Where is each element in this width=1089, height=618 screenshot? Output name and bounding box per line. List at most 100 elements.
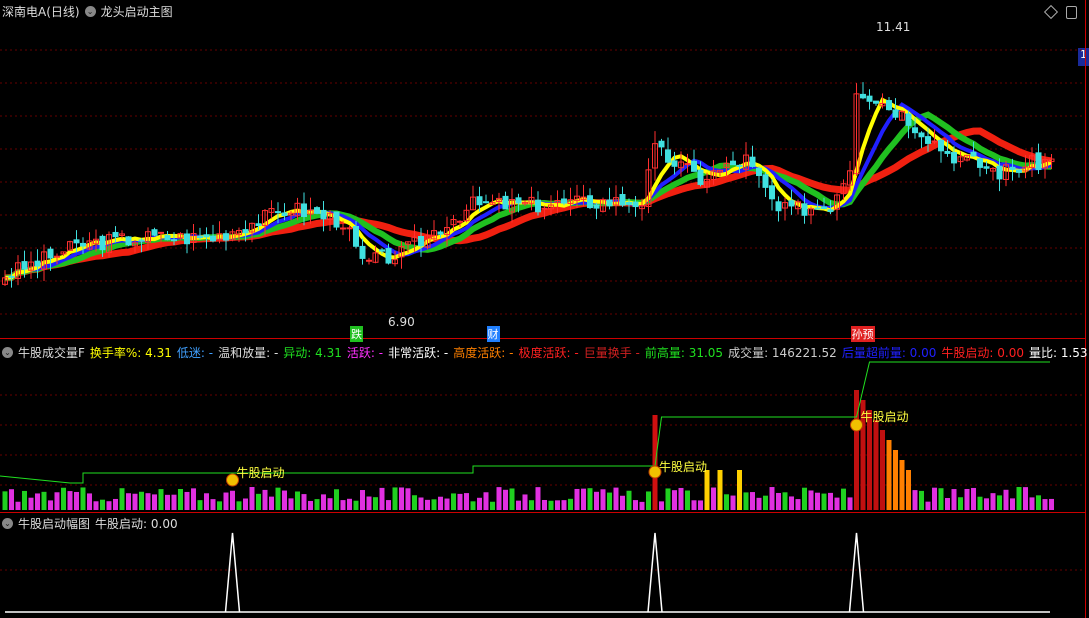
volume-bar <box>204 493 209 510</box>
volume-bar <box>444 498 450 510</box>
candle <box>905 113 912 126</box>
candle <box>210 235 216 242</box>
candle <box>255 223 262 226</box>
volume-bar <box>412 495 417 510</box>
signal-label: 牛股启动 <box>236 466 285 480</box>
volume-bar <box>139 491 144 510</box>
candle <box>158 231 164 234</box>
event-marker[interactable]: 跌 <box>350 326 363 342</box>
volume-bar <box>457 493 463 510</box>
volume-bar <box>522 494 528 510</box>
candle <box>658 140 665 148</box>
candle <box>736 164 743 167</box>
volume-bar <box>54 492 60 510</box>
candle <box>197 236 203 239</box>
chevron-down-icon[interactable]: ⌄ <box>2 347 13 358</box>
volume-bar <box>35 493 40 510</box>
volume-bar <box>906 470 911 510</box>
candle <box>346 227 353 230</box>
volume-bar <box>951 489 957 510</box>
volume-bar <box>178 488 183 510</box>
candle <box>866 95 873 102</box>
candle <box>918 132 925 138</box>
volume-bar <box>841 488 846 510</box>
candle <box>80 242 86 247</box>
volume-bar <box>184 491 190 510</box>
volume-bar <box>1003 489 1009 510</box>
volume-bar <box>93 501 99 510</box>
volume-bar <box>126 493 131 510</box>
volume-bar <box>165 494 170 510</box>
candle <box>970 151 977 157</box>
ma-line-blue <box>4 102 1053 280</box>
volume-field: 活跃: - <box>346 346 384 360</box>
candle <box>47 248 54 259</box>
signal-spike <box>224 532 241 613</box>
volume-bar <box>997 495 1002 510</box>
candle <box>483 201 489 204</box>
volume-bar <box>340 500 346 510</box>
volume-bar <box>659 501 664 510</box>
volume-bar <box>626 490 632 510</box>
volume-bar <box>106 501 112 510</box>
candle <box>873 100 879 104</box>
candle <box>730 160 736 166</box>
volume-bar <box>691 500 697 510</box>
candle <box>171 239 177 242</box>
volume-bar <box>67 491 73 510</box>
volume-bar <box>477 497 482 510</box>
volume-bar <box>828 492 833 510</box>
volume-bar <box>470 501 476 510</box>
volume-bar <box>555 500 560 510</box>
event-marker[interactable]: 财 <box>486 326 500 342</box>
volume-bar <box>984 498 989 510</box>
candle <box>814 207 821 210</box>
candle <box>340 227 346 230</box>
divider <box>0 512 1085 513</box>
volume-bar <box>945 498 950 510</box>
candle <box>112 231 119 238</box>
volume-bar <box>347 498 352 510</box>
candle <box>515 197 522 204</box>
candle <box>301 203 307 218</box>
signal-label: 牛股启动 <box>659 460 708 474</box>
volume-bar <box>308 500 313 510</box>
volume-bar <box>613 487 619 510</box>
candle <box>925 136 931 144</box>
candle <box>379 249 385 252</box>
volume-bar <box>314 499 320 510</box>
volume-field: 高度活跃: - <box>453 346 514 360</box>
volume-bar <box>1029 497 1035 510</box>
volume-bar <box>503 489 508 510</box>
candle <box>912 127 918 134</box>
volume-bar <box>698 500 703 510</box>
candle <box>769 185 775 200</box>
volume-bar <box>74 491 79 510</box>
candle <box>977 158 983 168</box>
volume-bar <box>100 499 105 510</box>
volume-bar <box>938 488 944 510</box>
volume-bar <box>834 497 840 510</box>
volume-bar <box>568 498 573 510</box>
candle <box>138 239 145 242</box>
volume-bar <box>392 487 398 510</box>
candle <box>54 255 60 258</box>
volume-bar <box>958 497 963 510</box>
candle <box>1035 152 1042 170</box>
candle <box>223 233 229 241</box>
bottom-header: ⌄ 牛股启动幅图 牛股启动: 0.00 <box>2 515 178 532</box>
candle <box>457 220 463 223</box>
volume-bar <box>574 488 580 510</box>
volume-bar <box>438 496 443 510</box>
candle <box>320 209 327 220</box>
volume-bar <box>41 491 47 510</box>
volume-bar <box>243 498 248 510</box>
candle <box>73 239 80 244</box>
volume-field: 低迷: - <box>176 346 214 360</box>
volume-field: 巨量换手 - <box>583 346 640 360</box>
volume-bar <box>1010 498 1015 510</box>
volume-bar <box>113 498 118 510</box>
volume-field: 后量超前量: 0.00 <box>841 346 937 360</box>
event-marker[interactable]: 孙预 <box>850 326 875 342</box>
chevron-down-icon[interactable]: ⌄ <box>2 518 13 529</box>
